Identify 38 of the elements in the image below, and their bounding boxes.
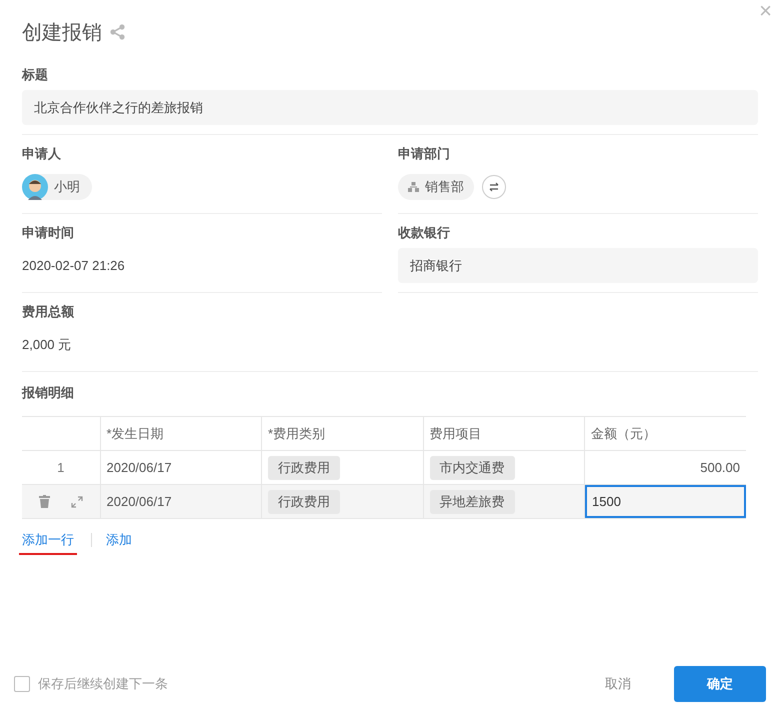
department-chip[interactable]: 销售部 [398,174,474,200]
field-value: 2020-02-07 21:26 [22,258,125,273]
field-label: 标题 [22,66,49,84]
dialog-title: 创建报销 [22,20,102,46]
column-header: *发生日期 [100,416,262,450]
category-tag: 行政费用 [268,490,340,514]
text-field[interactable]: 北京合作伙伴之行的差旅报销 [22,90,758,125]
avatar-icon [22,174,48,200]
item-tag: 异地差旅费 [430,490,514,514]
field-label: 费用总额 [22,303,75,321]
category-tag: 行政费用 [268,456,340,480]
table-cell: 500.00 [584,450,746,484]
text-field[interactable]: 招商银行 [398,248,758,283]
checkbox-label: 保存后继续创建下一条 [38,675,168,693]
share-icon[interactable] [110,24,125,40]
column-header: 费用项目 [423,416,584,450]
item-tag: 市内交通费 [430,456,514,480]
field-label: 申请时间 [22,224,75,242]
expand-icon[interactable] [70,496,83,508]
section-title: 报销明细 [22,384,75,402]
table-cell: 2020/06/17 [100,484,262,518]
org-chart-icon [408,182,419,192]
field-label: 收款银行 [398,224,451,242]
user-chip[interactable]: 小明 [22,174,92,200]
add-link[interactable]: 添加一行 [19,531,77,555]
column-header: *费用类别 [262,416,423,450]
add-link[interactable]: 添加 [106,531,132,555]
cancel-button[interactable]: 取消 [599,674,637,694]
field-value: 2,000 元 [22,337,72,352]
trash-icon[interactable] [38,495,50,508]
swap-button[interactable] [482,174,506,198]
field-label: 申请部门 [398,145,451,163]
column-header: 金额（元） [584,416,746,450]
field-label: 申请人 [22,145,62,163]
amount-field[interactable]: 1500 [585,485,746,518]
checkbox[interactable] [14,676,30,692]
confirm-button[interactable]: 确定 [674,666,766,702]
swap-icon [488,182,500,192]
